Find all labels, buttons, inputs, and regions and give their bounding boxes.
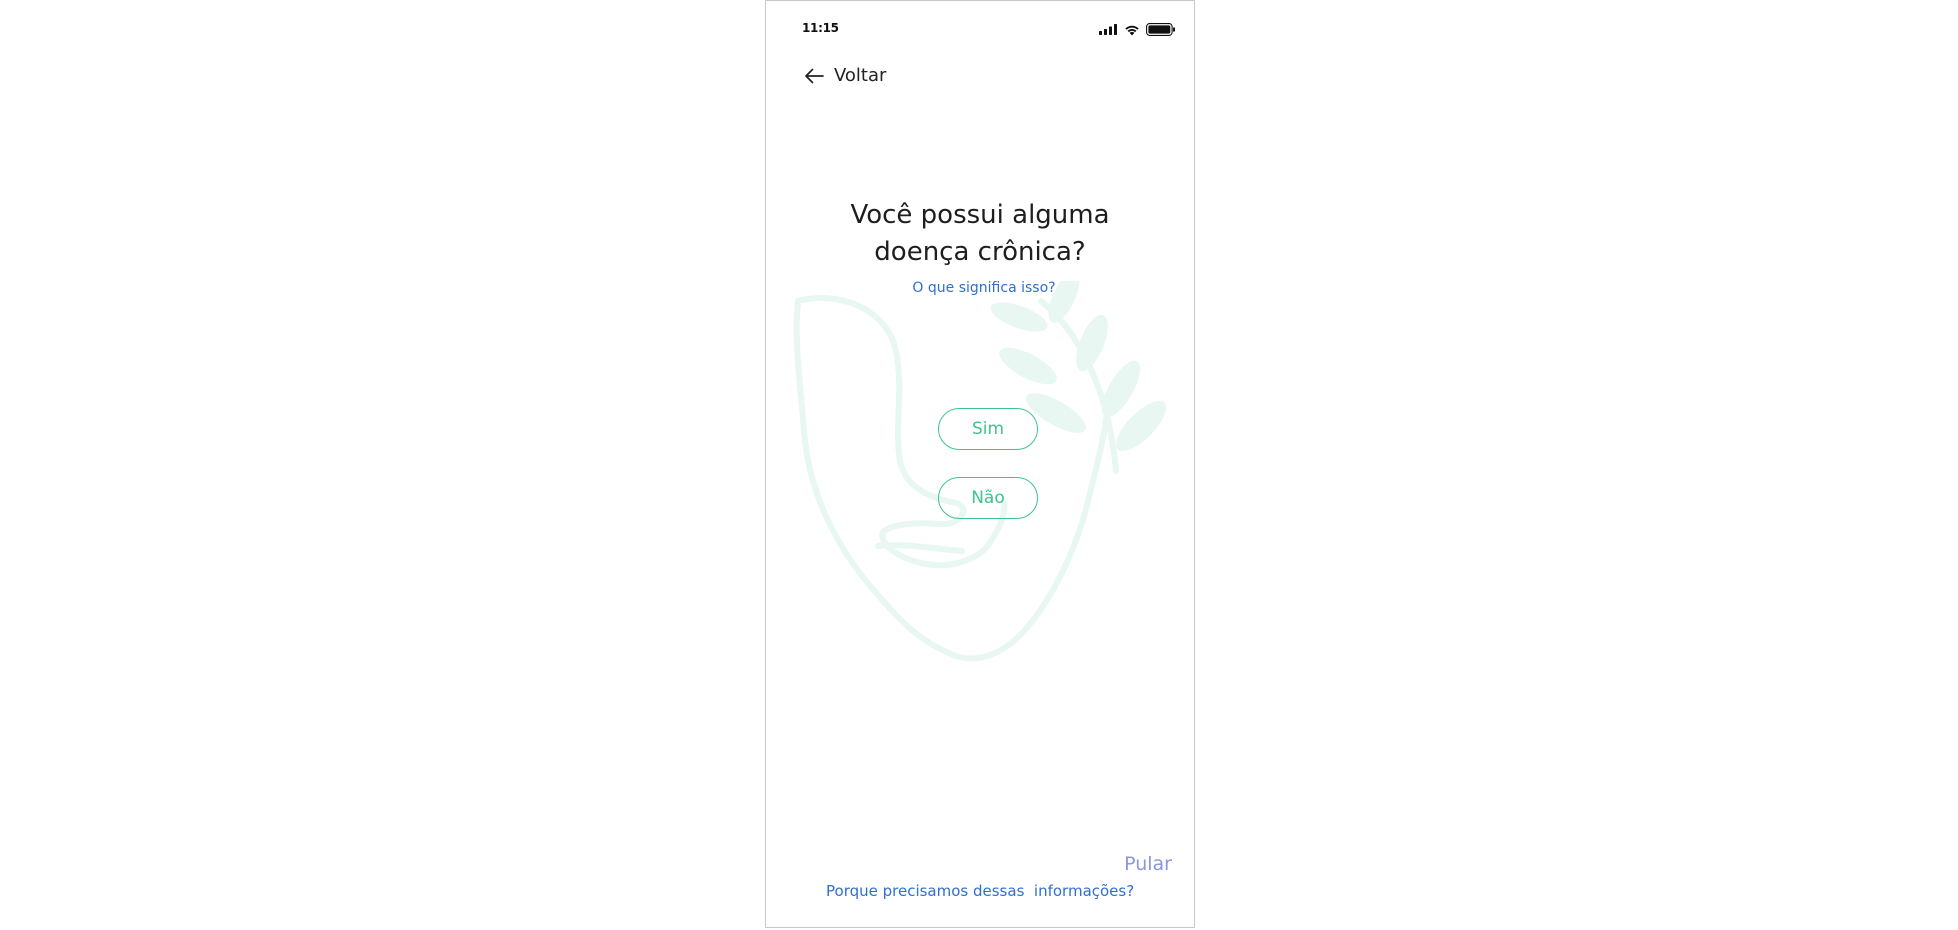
question-title: Você possui alguma doença crônica? [850,200,1110,267]
no-button[interactable]: Não [938,477,1038,519]
skip-link[interactable]: Pular [1124,853,1172,875]
yes-button[interactable]: Sim [938,408,1038,450]
back-label: Voltar [834,65,887,86]
cellular-signal-icon [1099,24,1117,35]
status-time: 11:15 [802,21,839,35]
status-bar: 11:15 [766,1,1194,51]
status-icons [1099,23,1176,36]
help-link[interactable]: O que significa isso? [766,280,1194,296]
back-button[interactable]: Voltar [804,65,886,86]
battery-icon [1146,23,1175,36]
phone-frame: 11:15 Voltar Você possui alguma doença c… [765,0,1195,928]
why-info-link[interactable]: Porque precisamos dessas informações? [826,882,1134,900]
wifi-icon [1125,25,1139,35]
arrow-left-icon [805,68,824,83]
